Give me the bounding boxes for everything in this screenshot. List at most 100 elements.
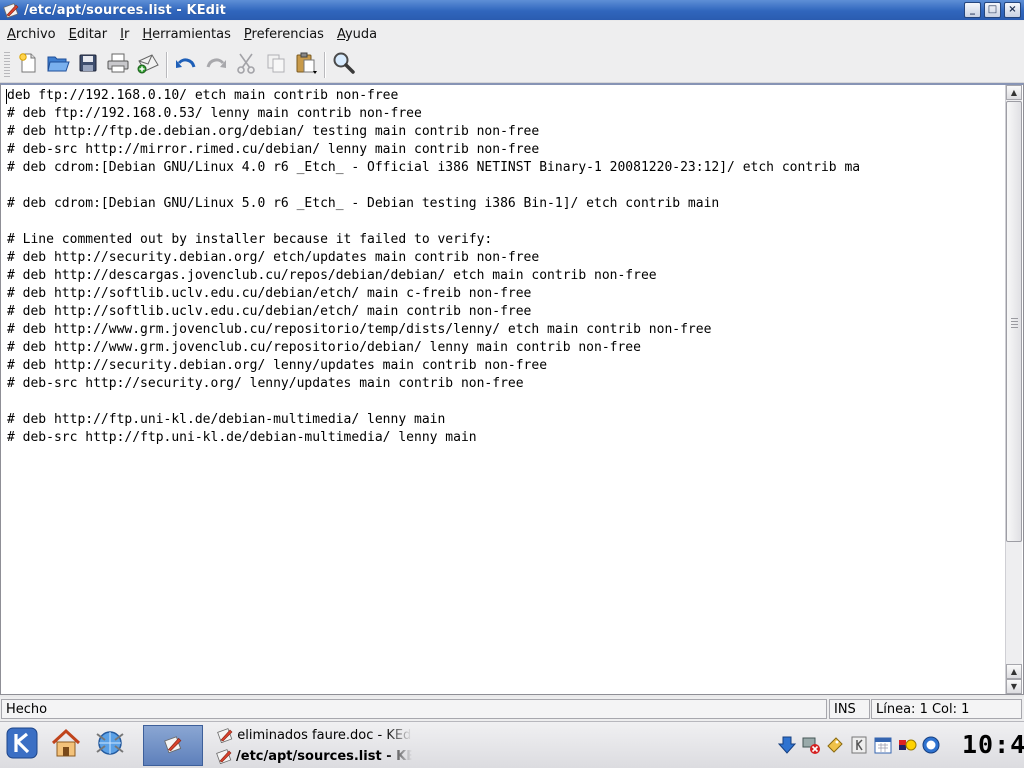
menu-ir[interactable]: Ir [120, 27, 129, 42]
find-icon [332, 51, 356, 79]
klipper-icon[interactable] [824, 734, 845, 755]
home-button[interactable] [47, 726, 85, 764]
minimize-icon: _ [970, 4, 975, 15]
text-line[interactable]: # deb ftp://192.168.0.53/ lenny main con… [7, 105, 1003, 123]
text-line[interactable]: # deb-src http://security.org/ lenny/upd… [7, 375, 1003, 393]
task-label: eliminados faure.doc - KEdit [237, 727, 412, 743]
toolbar-separator [166, 51, 168, 78]
text-line[interactable] [7, 393, 1003, 411]
taskbar: eliminados faure.doc - KEdit /etc/apt/so… [0, 721, 1024, 768]
text-line[interactable]: # deb http://descargas.jovenclub.cu/repo… [7, 267, 1003, 285]
menu-bar: Archivo Editar Ir Herramientas Preferenc… [0, 21, 1024, 47]
copy-button[interactable] [261, 50, 291, 80]
kedit-icon [216, 748, 232, 764]
status-bar: Hecho INS Línea: 1 Col: 1 [0, 697, 1024, 721]
text-line[interactable]: # deb cdrom:[Debian GNU/Linux 4.0 r6 _Et… [7, 159, 1003, 177]
send-mail-icon [136, 52, 160, 78]
maximize-icon: □ [987, 4, 998, 15]
paste-icon [294, 51, 318, 79]
find-button[interactable] [329, 50, 359, 80]
scroll-up-button-lower[interactable]: ▲ [1006, 664, 1022, 679]
insert-mode-indicator: INS [829, 699, 870, 719]
text-line[interactable]: # deb http://softlib.uclv.edu.cu/debian/… [7, 303, 1003, 321]
web-browser-icon [93, 726, 127, 764]
download-arrow-icon[interactable] [776, 734, 797, 755]
kedit-icon[interactable] [2, 1, 20, 19]
open-button[interactable] [43, 50, 73, 80]
task-label: /etc/apt/sources.list - KEdit [236, 748, 412, 764]
text-line[interactable]: # deb-src http://ftp.uni-kl.de/debian-mu… [7, 429, 1003, 447]
scrollbar-grip [1011, 318, 1018, 328]
open-folder-icon [46, 52, 70, 78]
scroll-up-icon: ▲ [1010, 667, 1018, 676]
scroll-up-icon: ▲ [1010, 88, 1018, 97]
undo-button[interactable] [171, 50, 201, 80]
power-icon[interactable] [920, 734, 941, 755]
task-eliminados-faure[interactable]: eliminados faure.doc - KEdit [216, 725, 412, 745]
text-line[interactable]: deb ftp://192.168.0.10/ etch main contri… [7, 87, 1003, 105]
minimize-button[interactable]: _ [964, 2, 981, 18]
menu-ayuda[interactable]: Ayuda [337, 27, 377, 42]
cursor-position: Línea: 1 Col: 1 [871, 699, 1022, 719]
scroll-down-icon: ▼ [1010, 682, 1018, 691]
keyboard-layout-icon[interactable] [896, 734, 917, 755]
maximize-button[interactable]: □ [984, 2, 1001, 18]
kedit-icon [216, 727, 233, 743]
save-button[interactable] [73, 50, 103, 80]
print-button[interactable] [103, 50, 133, 80]
redo-icon [204, 53, 228, 77]
toolbar [0, 47, 1024, 83]
desktop-pager[interactable] [143, 725, 203, 766]
document-text[interactable]: deb ftp://192.168.0.10/ etch main contri… [7, 87, 1003, 694]
home-icon [49, 726, 83, 764]
close-icon: × [1008, 4, 1017, 15]
text-cursor [6, 89, 7, 104]
scroll-up-button[interactable]: ▲ [1006, 85, 1022, 100]
calendar-icon[interactable] [872, 734, 893, 755]
text-line[interactable]: # Line commented out by installer becaus… [7, 231, 1003, 249]
text-line[interactable]: # deb http://www.grm.jovenclub.cu/reposi… [7, 339, 1003, 357]
text-line[interactable] [7, 177, 1003, 195]
title-bar[interactable]: /etc/apt/sources.list - KEdit _ □ × [0, 0, 1024, 20]
system-tray [776, 734, 941, 755]
menu-preferencias[interactable]: Preferencias [244, 27, 324, 42]
text-line[interactable]: # deb http://ftp.uni-kl.de/debian-multim… [7, 411, 1003, 429]
paste-button[interactable] [291, 50, 321, 80]
scroll-down-button[interactable]: ▼ [1006, 679, 1022, 694]
cut-button[interactable] [231, 50, 261, 80]
text-line[interactable]: # deb http://softlib.uclv.edu.cu/debian/… [7, 285, 1003, 303]
status-message: Hecho [1, 699, 827, 719]
text-line[interactable]: # deb cdrom:[Debian GNU/Linux 5.0 r6 _Et… [7, 195, 1003, 213]
kde-k-icon [5, 726, 39, 764]
task-sources-list[interactable]: /etc/apt/sources.list - KEdit [216, 746, 412, 766]
menu-herramientas[interactable]: Herramientas [142, 27, 231, 42]
text-line[interactable]: # deb http://www.grm.jovenclub.cu/reposi… [7, 321, 1003, 339]
text-line[interactable]: # deb-src http://mirror.rimed.cu/debian/… [7, 141, 1003, 159]
text-line[interactable]: # deb http://security.debian.org/ lenny/… [7, 357, 1003, 375]
undo-icon [174, 53, 198, 77]
text-editor[interactable]: deb ftp://192.168.0.10/ etch main contri… [0, 83, 1024, 695]
vertical-scrollbar[interactable]: ▲ ▲ ▼ [1005, 85, 1022, 694]
menu-archivo[interactable]: Archivo [7, 27, 56, 42]
clock[interactable]: 10:44 [962, 730, 1024, 759]
window-title: /etc/apt/sources.list - KEdit [24, 2, 226, 18]
redo-button[interactable] [201, 50, 231, 80]
text-line[interactable] [7, 213, 1003, 231]
close-button[interactable]: × [1004, 2, 1021, 18]
copy-icon [265, 52, 287, 78]
menu-editar[interactable]: Editar [69, 27, 108, 42]
new-document-icon [17, 52, 39, 78]
text-line[interactable]: # deb http://security.debian.org/ etch/u… [7, 249, 1003, 267]
konqueror-button[interactable] [91, 726, 129, 764]
text-line[interactable]: # deb http://ftp.de.debian.org/debian/ t… [7, 123, 1003, 141]
scrollbar-thumb[interactable] [1006, 101, 1022, 542]
cut-icon [235, 52, 257, 78]
toolbar-grip[interactable] [4, 51, 10, 78]
network-error-icon[interactable] [800, 734, 821, 755]
save-icon [78, 53, 98, 77]
new-document-button[interactable] [13, 50, 43, 80]
kde-k-icon[interactable] [848, 734, 869, 755]
kde-menu-button[interactable] [3, 726, 41, 764]
send-mail-button[interactable] [133, 50, 163, 80]
print-icon [106, 52, 130, 78]
